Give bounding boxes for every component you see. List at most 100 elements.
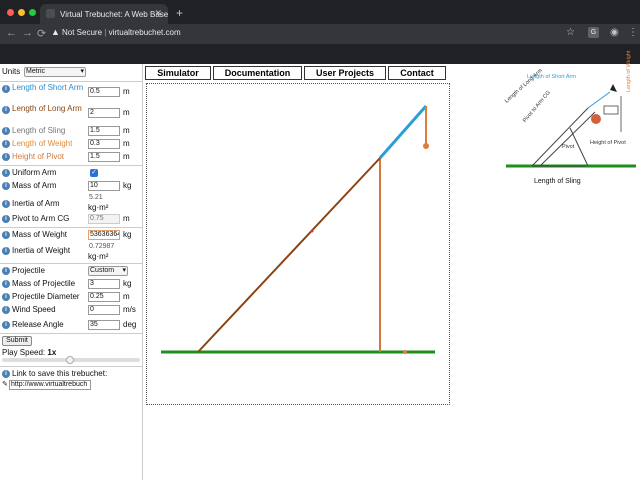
mass-projectile-input[interactable]: 3: [88, 279, 120, 289]
bookmark-star-icon[interactable]: ☆: [566, 27, 575, 38]
mass-weight-unit: kg: [123, 230, 132, 239]
release-angle-unit: deg: [123, 320, 137, 329]
uniform-arm-checkbox[interactable]: ✓: [90, 169, 98, 177]
release-angle-input[interactable]: 35: [88, 320, 120, 330]
long-arm-input[interactable]: 2: [88, 108, 120, 118]
tab-documentation[interactable]: Documentation: [213, 66, 302, 80]
info-icon[interactable]: i: [2, 182, 10, 190]
tab-close-icon[interactable]: ✕: [154, 8, 162, 19]
pencil-icon: ✎: [2, 381, 8, 388]
simulator-canvas[interactable]: [146, 83, 450, 405]
wind-speed-row: i Wind Speed 0 m/s: [2, 305, 142, 317]
diagram-sling-label: Length of Sling: [534, 178, 581, 185]
reload-icon[interactable]: ⟳: [37, 27, 46, 40]
short-arm-input[interactable]: 0.5: [88, 87, 120, 97]
wind-speed-label: Wind Speed: [12, 305, 56, 314]
diagram-pivot-label: Pivot: [562, 144, 575, 150]
favicon-icon: [46, 9, 55, 18]
tab-contact[interactable]: Contact: [388, 66, 446, 80]
browser-tabbar: Virtual Trebuchet: A Web Base ✕ +: [0, 0, 640, 24]
pivot-height-input[interactable]: 1.5: [88, 152, 120, 162]
info-icon[interactable]: i: [2, 140, 10, 148]
back-icon[interactable]: ←: [6, 27, 17, 39]
sling-label: Length of Sling: [12, 126, 66, 135]
info-icon[interactable]: i: [2, 293, 10, 301]
mass-arm-input[interactable]: 10: [88, 181, 120, 191]
forward-icon[interactable]: →: [22, 27, 33, 39]
divider: [0, 263, 142, 264]
save-link-label: Link to save this trebuchet:: [12, 369, 108, 378]
long-arm-row: i Length of Long Arm 2 m: [2, 104, 142, 123]
browser-toolbar: ← → ⟳ ▲ Not Secure | virtualtrebuchet.co…: [0, 24, 640, 44]
profile-icon[interactable]: ◉: [610, 27, 619, 38]
info-icon[interactable]: i: [2, 153, 10, 161]
mass-weight-label: Mass of Weight: [12, 230, 67, 239]
info-icon[interactable]: i: [2, 267, 10, 275]
weight-length-input[interactable]: 0.3: [88, 139, 120, 149]
uniform-arm-row: i Uniform Arm ✓: [2, 168, 142, 180]
extension-icon[interactable]: G: [588, 27, 599, 38]
info-icon[interactable]: i: [2, 169, 10, 177]
inertia-arm-unit: kg·m²: [88, 203, 109, 212]
info-icon[interactable]: i: [2, 231, 10, 239]
units-select[interactable]: Metric: [24, 67, 86, 77]
long-arm-label: Length of Long Arm: [12, 104, 82, 113]
divider: [0, 227, 142, 228]
pivot-cg-input: 0.75: [88, 214, 120, 224]
play-speed: Play Speed: 1x: [2, 348, 56, 357]
slider-handle[interactable]: [66, 356, 74, 364]
long-arm-unit: m: [123, 108, 130, 117]
play-speed-slider[interactable]: [2, 356, 140, 364]
projectile-diameter-label: Projectile Diameter: [12, 292, 80, 301]
minimize-window-button[interactable]: [18, 9, 25, 16]
inertia-weight-row: i Inertia of Weight 0.72987 kg·m²: [2, 243, 142, 263]
projectile: [403, 350, 407, 354]
projectile-select[interactable]: Custom: [88, 266, 128, 276]
warning-icon[interactable]: ▲: [51, 27, 60, 37]
browser-tab[interactable]: Virtual Trebuchet: A Web Base ✕: [40, 4, 168, 24]
play-speed-label: Play Speed:: [2, 348, 46, 357]
trebuchet-drawing: [161, 105, 435, 354]
diagram-weight-label: Length of Weight: [626, 50, 632, 92]
close-window-button[interactable]: [7, 9, 14, 16]
cursor-icon: [610, 84, 617, 92]
address-bar[interactable]: Not Secure | virtualtrebuchet.com: [62, 28, 181, 37]
info-icon[interactable]: i: [2, 127, 10, 135]
info-icon[interactable]: i: [2, 280, 10, 288]
info-icon[interactable]: i: [2, 200, 10, 208]
info-icon[interactable]: i: [2, 306, 10, 314]
info-icon[interactable]: i: [2, 247, 10, 255]
wind-speed-input[interactable]: 0: [88, 305, 120, 315]
short-arm-row: i Length of Short Arm 0.5 m: [2, 83, 142, 102]
projectile-diameter-input[interactable]: 0.25: [88, 292, 120, 302]
wind-speed-unit: m/s: [123, 305, 136, 314]
tab-simulator[interactable]: Simulator: [145, 66, 211, 80]
divider: [0, 81, 142, 82]
save-link-input[interactable]: http://www.virtualtrebuch: [9, 380, 91, 390]
mass-projectile-row: i Mass of Projectile 3 kg: [2, 279, 142, 291]
menu-kebab-icon[interactable]: ⋮: [628, 27, 638, 38]
sling-unit: m: [123, 126, 130, 135]
info-icon[interactable]: i: [2, 215, 10, 223]
short-arm: [378, 105, 428, 159]
diagram-weight: [591, 114, 601, 124]
info-icon[interactable]: i: [2, 85, 10, 93]
info-icon[interactable]: i: [2, 106, 10, 114]
submit-button[interactable]: Submit: [2, 336, 32, 346]
mass-projectile-label: Mass of Projectile: [12, 279, 76, 288]
inertia-arm-row: i Inertia of Arm 5.21 kg·m²: [2, 194, 142, 214]
control-panel: Units Metric i Length of Short Arm 0.5 m…: [0, 64, 143, 480]
mass-projectile-unit: kg: [123, 279, 132, 288]
tab-user-projects[interactable]: User Projects: [304, 66, 386, 80]
info-icon[interactable]: i: [2, 370, 10, 378]
mass-arm-unit: kg: [123, 181, 132, 190]
sling-input[interactable]: 1.5: [88, 126, 120, 136]
info-icon[interactable]: i: [2, 321, 10, 329]
mass-weight-input[interactable]: 53636364: [88, 230, 120, 240]
new-tab-button[interactable]: +: [176, 6, 183, 20]
maximize-window-button[interactable]: [29, 9, 36, 16]
pivot-height-label: Height of Pivot: [12, 152, 65, 161]
projectile-label: Projectile: [12, 266, 45, 275]
divider: [0, 333, 142, 334]
diagram-arm-upper: [539, 111, 596, 167]
